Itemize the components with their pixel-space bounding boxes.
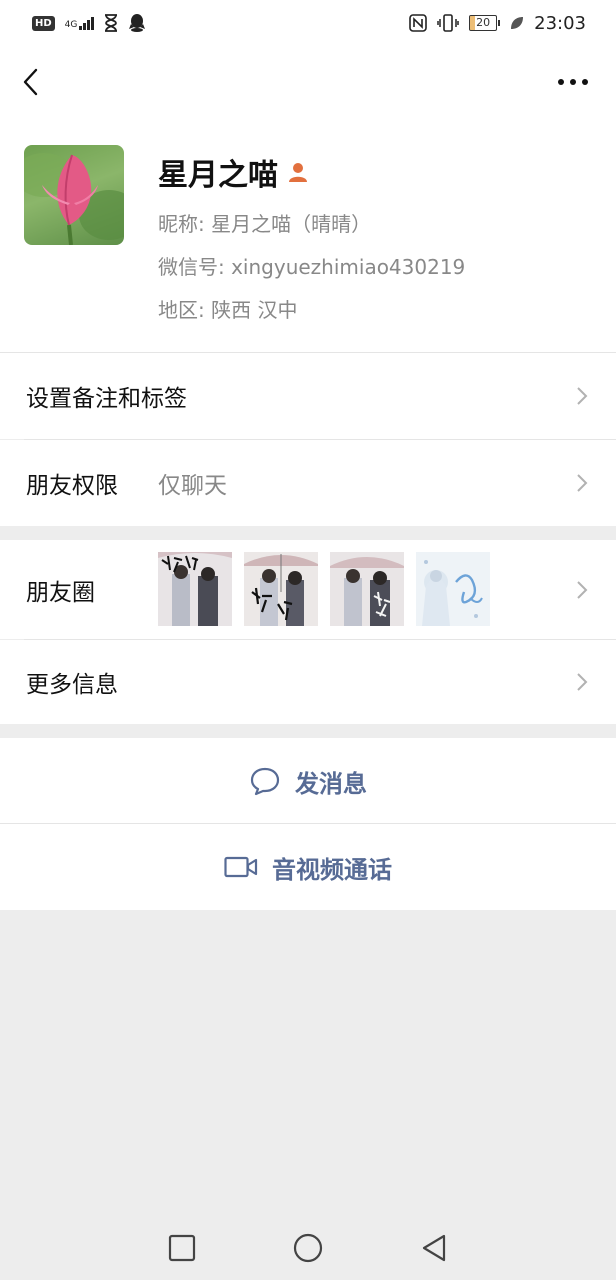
profile-header: 星月之喵 昵称: 星月之喵（晴晴） 微信号: xingyuezhimiao430…: [0, 46, 616, 352]
status-left: HD 4G: [32, 13, 146, 33]
contact-name: 星月之喵: [158, 158, 278, 193]
square-icon: [168, 1234, 196, 1261]
status-right: 20 23:03: [409, 13, 586, 34]
region: 地区: 陕西 汉中: [158, 298, 298, 322]
more-dot-icon: [558, 79, 564, 85]
status-bar: HD 4G 20 23:03: [0, 0, 616, 46]
battery-icon: 20: [469, 15, 501, 31]
video-call-label: 音视频通话: [272, 855, 392, 884]
chevron-right-icon: [577, 474, 588, 492]
hd-badge: HD: [32, 15, 55, 31]
more-info-cell[interactable]: 更多信息: [0, 640, 616, 724]
circle-icon: [293, 1233, 323, 1262]
network-type: 4G: [64, 19, 78, 30]
more-options-button[interactable]: [558, 74, 592, 90]
battery-level: 20: [476, 16, 491, 29]
moments-thumbnails: [158, 552, 490, 626]
name-row: 星月之喵: [158, 150, 465, 194]
friend-permission-cell[interactable]: 朋友权限 仅聊天: [0, 440, 616, 526]
moments-thumbnail: [416, 552, 490, 626]
back-button[interactable]: [16, 66, 48, 98]
person-badge-icon: [289, 163, 307, 182]
chevron-right-icon: [577, 580, 588, 599]
triangle-back-icon: [422, 1234, 446, 1261]
nfc-icon: [409, 14, 427, 32]
home-button[interactable]: [288, 1228, 328, 1268]
set-remark-tags-label: 设置备注和标签: [26, 386, 187, 412]
system-nav-bar: [0, 1215, 616, 1280]
friend-permission-label: 朋友权限: [26, 473, 118, 499]
qq-icon: [129, 14, 146, 32]
friend-permission-value: 仅聊天: [158, 473, 227, 499]
back-arrow-icon: [23, 68, 38, 96]
signal-indicator: 4G: [64, 16, 95, 30]
moments-label: 朋友圈: [26, 579, 95, 606]
video-camera-icon: [224, 856, 258, 878]
moments-thumbnail: [158, 552, 232, 626]
send-message-label: 发消息: [295, 769, 367, 798]
wechat-id: 微信号: xingyuezhimiao430219: [158, 255, 466, 279]
recent-apps-button[interactable]: [162, 1228, 202, 1268]
set-remark-tags-cell[interactable]: 设置备注和标签: [0, 353, 616, 439]
clock: 23:03: [534, 12, 586, 34]
moments-thumbnail: [330, 552, 404, 626]
moments-cell[interactable]: 朋友圈: [0, 540, 616, 639]
back-nav-button[interactable]: [414, 1228, 454, 1268]
more-info-label: 更多信息: [26, 672, 118, 698]
video-call-button[interactable]: 音视频通话: [0, 824, 616, 910]
chat-bubble-icon: [250, 767, 280, 796]
lotus-bud-image: [24, 153, 124, 245]
nickname: 昵称: 星月之喵（晴晴）: [158, 212, 372, 236]
send-message-button[interactable]: 发消息: [0, 738, 616, 824]
moments-thumbnail: [244, 552, 318, 626]
vibrate-icon: [437, 14, 459, 32]
chevron-right-icon: [577, 387, 588, 405]
avatar[interactable]: [24, 145, 124, 245]
leaf-icon: [511, 17, 524, 29]
chevron-right-icon: [577, 673, 588, 691]
signal-bars-icon: [79, 16, 95, 30]
hourglass-icon: [105, 14, 118, 32]
profile-info: 星月之喵 昵称: 星月之喵（晴晴） 微信号: xingyuezhimiao430…: [158, 150, 465, 323]
